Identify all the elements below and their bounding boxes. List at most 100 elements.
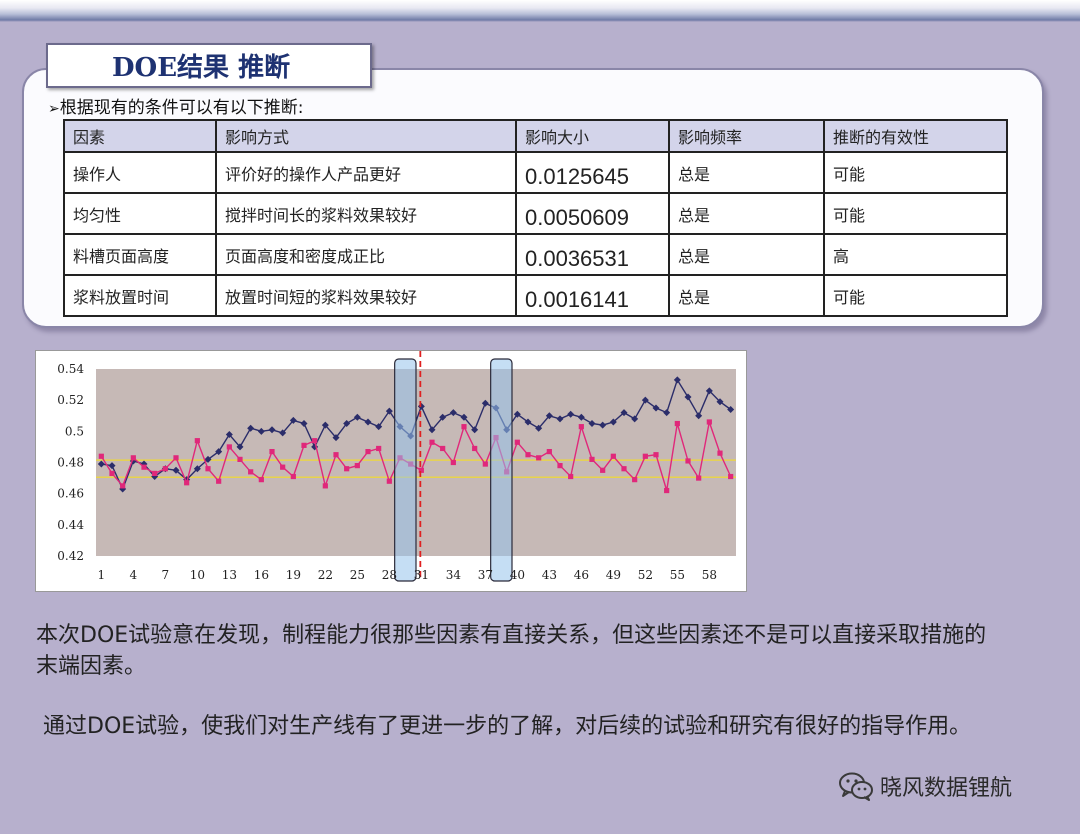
data-point bbox=[514, 439, 520, 445]
data-point bbox=[621, 466, 627, 472]
y-tick-label: 0.46 bbox=[57, 487, 84, 501]
data-point bbox=[525, 452, 531, 458]
lead-text: 根据现有的条件可以有以下推断: bbox=[59, 98, 304, 118]
cell-influence-size: 0.0050609 bbox=[515, 192, 670, 235]
cell-factor: 均匀性 bbox=[63, 192, 217, 235]
x-tick-label: 7 bbox=[162, 568, 170, 582]
cell-factor: 料槽页面高度 bbox=[63, 233, 217, 276]
data-point bbox=[98, 453, 104, 459]
data-point bbox=[162, 466, 168, 472]
data-point bbox=[152, 470, 158, 477]
x-tick-label: 58 bbox=[702, 568, 717, 582]
y-tick-label: 0.42 bbox=[57, 549, 84, 563]
x-tick-label: 55 bbox=[670, 568, 685, 582]
cell-validity: 可能 bbox=[823, 192, 1008, 235]
data-point bbox=[461, 424, 467, 430]
data-point bbox=[568, 473, 574, 480]
conclusion-paragraph-2: 通过DOE试验，使我们对生产线有了更进一步的了解，对后续的试验和研究有很好的指导… bbox=[43, 714, 972, 739]
highlight-band bbox=[394, 358, 417, 582]
header-validity: 推断的有效性 bbox=[823, 119, 1008, 153]
data-point bbox=[664, 487, 670, 494]
data-point bbox=[312, 438, 318, 444]
x-tick-label: 4 bbox=[130, 568, 138, 582]
header-influence-frequency: 影响频率 bbox=[668, 119, 825, 153]
data-point bbox=[632, 477, 638, 483]
data-point bbox=[557, 463, 563, 469]
data-point bbox=[717, 450, 723, 456]
data-point bbox=[696, 475, 702, 481]
conclusion-paragraph-1: 本次DOE试验意在发现，制程能力很那些因素有直接关系，但这些因素还不是可以直接采… bbox=[36, 623, 987, 679]
x-tick-label: 46 bbox=[574, 568, 589, 582]
cell-influence-size: 0.0125645 bbox=[515, 151, 670, 194]
x-tick-label: 31 bbox=[414, 568, 429, 582]
header-influence-size: 影响大小 bbox=[515, 119, 670, 153]
y-tick-label: 0.54 bbox=[57, 362, 84, 376]
x-tick-label: 34 bbox=[446, 568, 462, 582]
cell-influence-frequency: 总是 bbox=[668, 192, 825, 235]
data-point bbox=[130, 455, 136, 461]
cell-influence-frequency: 总是 bbox=[668, 233, 825, 276]
table-row: 浆料放置时间 放置时间短的浆料效果较好 0.0016141 总是 可能 bbox=[63, 274, 1008, 317]
result-table: 因素 影响方式 影响大小 影响频率 推断的有效性 操作人 评价好的操作人产品更好… bbox=[63, 119, 1008, 317]
data-point bbox=[301, 442, 307, 448]
data-point bbox=[610, 453, 616, 459]
highlight-band bbox=[490, 358, 513, 582]
cell-influence-mode: 页面高度和密度成正比 bbox=[215, 233, 517, 276]
x-tick-label: 16 bbox=[254, 568, 269, 582]
data-point bbox=[450, 459, 456, 466]
x-tick-label: 49 bbox=[606, 568, 621, 582]
data-point bbox=[226, 444, 232, 450]
x-tick-label: 37 bbox=[478, 568, 493, 582]
x-tick-label: 52 bbox=[638, 568, 653, 582]
data-point bbox=[642, 453, 648, 459]
data-point bbox=[141, 464, 147, 470]
data-point bbox=[600, 467, 606, 473]
cell-influence-frequency: 总是 bbox=[668, 151, 825, 194]
x-tick-label: 25 bbox=[350, 568, 365, 582]
cell-validity: 高 bbox=[823, 233, 1008, 276]
arrow-bullet-icon: ➢ bbox=[48, 101, 60, 117]
data-point bbox=[354, 463, 360, 469]
lead-line: ➢根据现有的条件可以有以下推断: bbox=[48, 93, 303, 118]
cell-validity: 可能 bbox=[823, 274, 1008, 317]
data-point bbox=[258, 477, 264, 483]
x-tick-label: 43 bbox=[542, 568, 557, 582]
title-box: DOE结果 推断 bbox=[46, 43, 372, 88]
cell-influence-mode: 评价好的操作人产品更好 bbox=[215, 151, 517, 194]
data-point bbox=[194, 438, 200, 444]
cell-influence-mode: 搅拌时间长的浆料效果较好 bbox=[215, 192, 517, 235]
x-tick-label: 13 bbox=[222, 568, 237, 582]
data-point bbox=[120, 483, 126, 489]
data-point bbox=[589, 456, 595, 462]
data-point bbox=[248, 469, 254, 475]
watermark: 晓风数据锂航 bbox=[838, 768, 1012, 804]
cell-influence-frequency: 总是 bbox=[668, 274, 825, 317]
chart-box: 0.54 0.52 0.5 0.48 0.46 0.44 0.42 1 4 7 10 13 16 19 22… bbox=[35, 350, 747, 592]
table-row: 料槽页面高度 页面高度和密度成正比 0.0036531 总是 高 bbox=[63, 233, 1008, 276]
table-row: 均匀性 搅拌时间长的浆料效果较好 0.0050609 总是 可能 bbox=[63, 192, 1008, 235]
cell-influence-mode: 放置时间短的浆料效果较好 bbox=[215, 274, 517, 317]
y-tick-label: 0.44 bbox=[57, 518, 84, 532]
data-point bbox=[482, 461, 488, 467]
x-tick-label: 19 bbox=[286, 568, 301, 582]
x-tick-label: 1 bbox=[98, 568, 106, 582]
data-point bbox=[376, 445, 382, 452]
table-row: 操作人 评价好的操作人产品更好 0.0125645 总是 可能 bbox=[63, 151, 1008, 194]
table-header-row: 因素 影响方式 影响大小 影响频率 推断的有效性 bbox=[63, 119, 1008, 153]
data-point bbox=[728, 473, 734, 480]
x-tick-label: 22 bbox=[318, 568, 333, 582]
data-point bbox=[429, 439, 435, 445]
x-tick-label: 28 bbox=[382, 568, 397, 582]
data-point bbox=[280, 464, 286, 470]
line-chart: 0.54 0.52 0.5 0.48 0.46 0.44 0.42 1 4 7 10 13 16 19 22… bbox=[57, 351, 736, 582]
top-bar bbox=[0, 0, 1080, 22]
data-point bbox=[184, 480, 190, 486]
data-point bbox=[674, 420, 680, 427]
y-tick-label: 0.48 bbox=[57, 456, 84, 470]
cell-influence-size: 0.0016141 bbox=[515, 274, 670, 317]
data-point bbox=[109, 470, 115, 477]
data-point bbox=[216, 478, 222, 484]
cell-factor: 操作人 bbox=[63, 151, 217, 194]
data-point bbox=[269, 448, 275, 455]
data-point bbox=[386, 478, 392, 484]
